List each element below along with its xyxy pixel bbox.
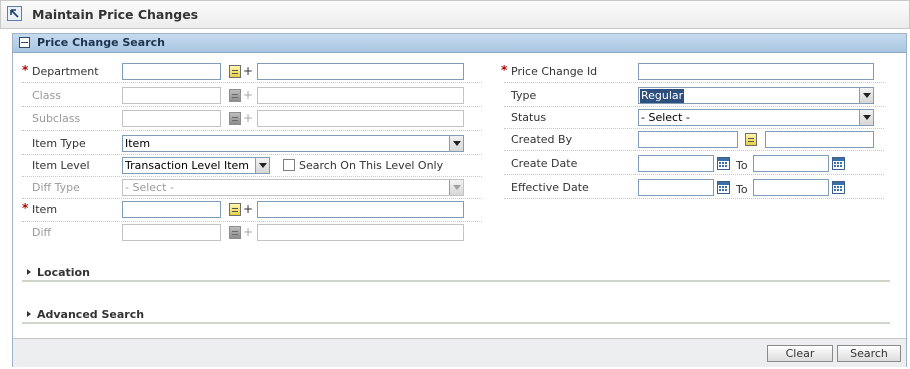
diff-type-selected-value: - Select - — [125, 181, 174, 194]
class-input — [122, 87, 221, 104]
calendar-icon[interactable] — [717, 181, 730, 194]
diff-lookup-icon — [229, 226, 241, 239]
created-by-lookup-icon[interactable] — [745, 133, 757, 146]
row-divider — [22, 106, 482, 107]
diff-input — [122, 224, 221, 241]
collapse-icon[interactable] — [19, 37, 30, 48]
section-divider — [22, 322, 890, 324]
row-divider — [22, 176, 482, 177]
plus-icon: + — [243, 202, 254, 216]
create-date-to-input[interactable] — [753, 155, 829, 172]
subclass-description-field — [257, 110, 464, 127]
page-title: Maintain Price Changes — [32, 7, 199, 22]
type-selected-value: Regular — [640, 89, 685, 103]
row-divider — [504, 106, 884, 107]
created-by-label: Created By — [511, 133, 573, 146]
created-by-description-field — [765, 131, 874, 148]
expand-arrow-icon — [27, 311, 31, 317]
class-lookup-icon — [229, 89, 241, 102]
row-divider — [504, 174, 884, 175]
expand-arrow-icon — [27, 269, 31, 275]
row-divider — [504, 198, 884, 199]
calendar-icon[interactable] — [832, 181, 845, 194]
chevron-down-icon[interactable] — [449, 136, 463, 151]
price-change-id-input[interactable] — [638, 63, 874, 80]
item-level-select[interactable]: Transaction Level Item — [122, 157, 270, 174]
window-title-bar: Maintain Price Changes — [0, 0, 910, 29]
location-section-label: Location — [37, 266, 90, 279]
item-lookup-icon[interactable] — [229, 203, 241, 216]
item-type-selected-value: Item — [125, 137, 151, 150]
chevron-down-icon[interactable] — [255, 158, 269, 173]
create-date-from-input[interactable] — [638, 155, 714, 172]
price-change-id-label: Price Change Id — [511, 65, 598, 78]
row-divider — [22, 221, 482, 222]
item-level-label: Item Level — [32, 159, 90, 172]
class-description-field — [257, 87, 464, 104]
effective-date-from-input[interactable] — [638, 179, 714, 196]
plus-icon: + — [243, 111, 254, 125]
status-selected-value: - Select - — [641, 111, 690, 124]
row-divider — [22, 82, 482, 83]
section-divider — [22, 280, 890, 282]
item-description-field — [257, 201, 464, 218]
effective-date-label: Effective Date — [511, 181, 589, 194]
row-divider — [504, 150, 884, 151]
item-type-select[interactable]: Item — [122, 135, 464, 152]
subclass-input — [122, 110, 221, 127]
search-button[interactable]: Search — [837, 345, 901, 362]
required-marker: * — [501, 63, 508, 77]
chevron-down-icon — [449, 180, 463, 195]
item-type-label: Item Type — [32, 137, 86, 150]
subclass-label: Subclass — [32, 112, 81, 125]
diff-type-select: - Select - — [122, 179, 464, 196]
search-on-level-label: Search On This Level Only — [299, 159, 444, 172]
item-input[interactable] — [122, 201, 221, 218]
search-on-level-checkbox[interactable] — [283, 159, 295, 171]
diff-type-label: Diff Type — [32, 181, 80, 194]
class-label: Class — [32, 89, 61, 102]
create-date-to-label: To — [736, 159, 748, 172]
plus-icon: + — [243, 88, 254, 102]
type-select[interactable]: Regular — [638, 87, 874, 104]
status-select[interactable]: - Select - — [638, 109, 874, 126]
row-divider — [22, 154, 482, 155]
department-lookup-icon[interactable] — [229, 65, 241, 78]
required-marker: * — [22, 63, 29, 77]
created-by-input[interactable] — [638, 131, 738, 148]
subclass-lookup-icon — [229, 112, 241, 125]
required-marker: * — [22, 201, 29, 215]
item-level-selected-value: Transaction Level Item — [125, 159, 249, 172]
panel-footer: Clear Search — [13, 338, 906, 367]
row-divider — [504, 82, 884, 83]
status-label: Status — [511, 111, 547, 124]
department-label: Department — [32, 65, 99, 78]
row-divider — [22, 130, 482, 131]
navigate-back-icon[interactable] — [7, 6, 22, 21]
chevron-down-icon[interactable] — [859, 88, 873, 103]
price-change-search-panel: Price Change Search * Department + Class… — [12, 33, 907, 367]
plus-icon: + — [243, 225, 254, 239]
department-input[interactable] — [122, 63, 221, 80]
row-divider — [504, 128, 884, 129]
chevron-down-icon[interactable] — [859, 110, 873, 125]
calendar-icon[interactable] — [717, 157, 730, 170]
row-divider — [22, 198, 482, 199]
clear-button[interactable]: Clear — [767, 345, 833, 362]
department-description-field — [257, 63, 464, 80]
calendar-icon[interactable] — [832, 157, 845, 170]
advanced-search-section-label: Advanced Search — [37, 308, 145, 321]
type-label: Type — [511, 89, 537, 102]
panel-title: Price Change Search — [37, 36, 165, 49]
diff-description-field — [257, 224, 464, 241]
diff-label: Diff — [32, 226, 52, 239]
effective-date-to-label: To — [736, 183, 748, 196]
create-date-label: Create Date — [511, 157, 578, 170]
plus-icon: + — [243, 64, 254, 78]
panel-header: Price Change Search — [13, 34, 906, 53]
item-label: Item — [32, 203, 58, 216]
effective-date-to-input[interactable] — [753, 179, 829, 196]
